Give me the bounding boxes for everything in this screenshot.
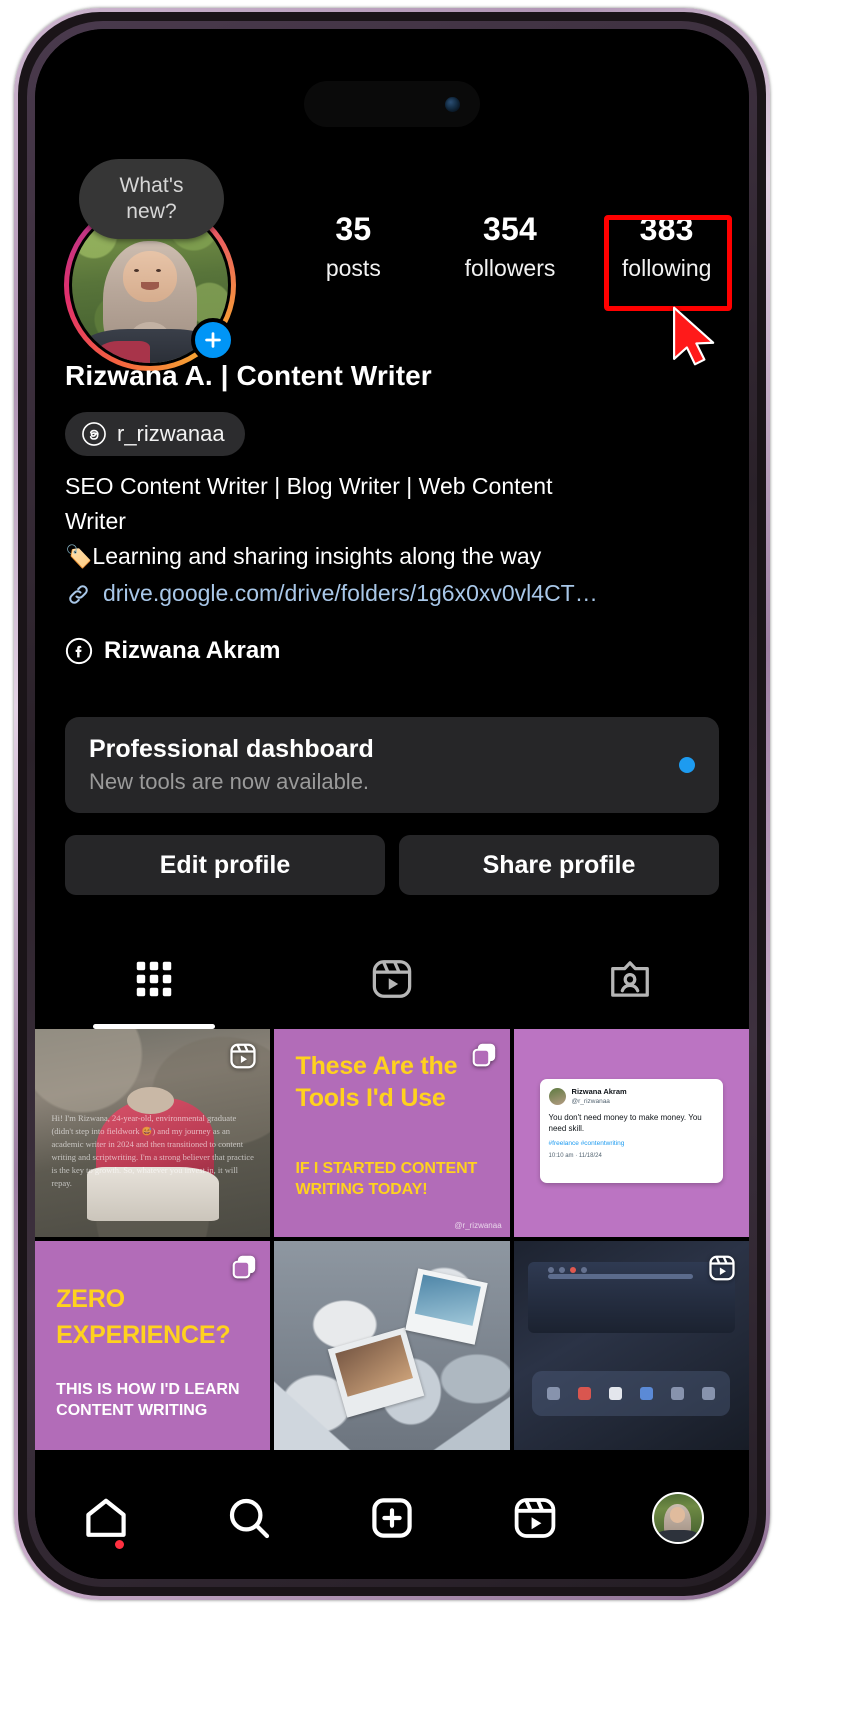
nav-home[interactable]: [35, 1494, 178, 1549]
bottom-navigation: [35, 1457, 749, 1579]
facebook-icon: [65, 637, 93, 665]
tab-tagged[interactable]: [511, 929, 749, 1029]
dashboard-subtitle: New tools are now available.: [89, 769, 370, 794]
annotation-cursor-icon: [669, 305, 725, 367]
carousel-icon: [472, 1043, 495, 1067]
nav-search[interactable]: [178, 1494, 321, 1542]
facebook-name: Rizwana Akram: [104, 637, 281, 664]
search-icon: [230, 1498, 270, 1539]
dashboard-title: Professional dashboard: [89, 735, 374, 763]
link-icon: [69, 585, 88, 604]
tagged-icon: [611, 961, 649, 997]
reels-icon: [372, 960, 412, 998]
tweet-time: 10:10 am · 11/18/24: [548, 1153, 602, 1159]
post-6-type-badge: [707, 1253, 737, 1283]
whats-new-text: What's new?: [119, 174, 184, 223]
threads-badge[interactable]: r_rizwanaa: [65, 412, 245, 456]
phone-bezel-inner: What's new? 35 posts 354 followers 383 f…: [27, 21, 757, 1587]
threads-icon: [82, 422, 106, 446]
nav-profile[interactable]: [606, 1492, 749, 1544]
bio-line-1: SEO Content Writer | Blog Writer | Web C…: [65, 473, 553, 499]
stat-followers[interactable]: 354 followers: [432, 209, 589, 285]
home-notification-badge: [115, 1540, 125, 1549]
following-label: following: [621, 255, 712, 281]
bio-line-3: 🏷️Learning and sharing insights along th…: [65, 543, 542, 569]
profile-tabs: [35, 929, 749, 1029]
reels-icon: [514, 1498, 556, 1538]
nav-create[interactable]: [321, 1494, 464, 1542]
dashboard-notification-dot: [679, 757, 695, 773]
posts-count: 35: [335, 211, 372, 247]
plus-square-icon: [372, 1498, 412, 1538]
profile-action-buttons: Edit profile Share profile: [65, 835, 719, 895]
instagram-profile-screen: What's new? 35 posts 354 followers 383 f…: [35, 29, 749, 1579]
profile-bio: Rizwana A. | Content Writer r_rizwanaa S…: [35, 359, 749, 665]
bio-text: SEO Content Writer | Blog Writer | Web C…: [65, 469, 719, 574]
grid-post-5[interactable]: [274, 1241, 510, 1450]
avatar-icon: [651, 1492, 704, 1544]
post-grid: Hi! I'm Rizwana, 24-year-old, environmen…: [35, 1029, 749, 1450]
post-4-title: ZERO EXPERIENCE?: [56, 1284, 231, 1349]
profile-header: What's new? 35 posts 354 followers 383 f…: [35, 141, 749, 371]
add-story-button[interactable]: [191, 318, 235, 362]
grid-post-1[interactable]: Hi! I'm Rizwana, 24-year-old, environmen…: [35, 1029, 271, 1238]
threads-handle: r_rizwanaa: [117, 421, 225, 446]
grid-post-2[interactable]: These Are the Tools I'd Use IF I STARTED…: [274, 1029, 510, 1238]
phone-screen: What's new? 35 posts 354 followers 383 f…: [35, 29, 749, 1579]
posts-label: posts: [325, 255, 381, 281]
tab-reels[interactable]: [273, 929, 511, 1029]
post-3-tweet-card: Rizwana Akram @r_rizwanaa You don't need…: [539, 1079, 724, 1184]
tweet-tags: #freelance #contentwriting: [548, 1140, 625, 1147]
post-1-type-badge: [228, 1041, 258, 1071]
reels-icon: [709, 1255, 735, 1281]
grid-post-3[interactable]: Rizwana Akram @r_rizwanaa You don't need…: [513, 1029, 749, 1238]
post-1-caption: Hi! I'm Rizwana, 24-year-old, environmen…: [51, 1113, 254, 1189]
tab-grid[interactable]: [35, 929, 273, 1029]
bio-link-row[interactable]: drive.google.com/drive/folders/1g6x0xv0v…: [65, 576, 719, 611]
label-emoji: 🏷️: [65, 544, 93, 569]
following-count: 383: [639, 211, 694, 247]
post-4-subtitle: THIS IS HOW I'D LEARN CONTENT WRITING: [56, 1380, 240, 1419]
facebook-row[interactable]: Rizwana Akram: [65, 637, 719, 665]
followers-count: 354: [483, 211, 537, 247]
post-2-handle: @r_rizwanaa: [454, 1221, 502, 1231]
tweet-avatar: [548, 1088, 566, 1105]
bio-link-url: drive.google.com/drive/folders/1g6x0xv0v…: [103, 580, 598, 606]
tweet-username: @r_rizwanaa: [571, 1098, 610, 1105]
post-2-subtitle: IF I STARTED CONTENT WRITING TODAY!: [295, 1160, 478, 1199]
edit-profile-button[interactable]: Edit profile: [65, 835, 385, 895]
home-icon: [86, 1498, 127, 1537]
reels-icon: [230, 1043, 256, 1069]
tweet-body: You don't need money to make money. You …: [548, 1113, 702, 1133]
grid-icon: [136, 961, 172, 997]
plus-icon: [205, 332, 221, 348]
professional-dashboard-card[interactable]: Professional dashboard New tools are now…: [65, 717, 719, 813]
post-2-title: These Are the Tools I'd Use: [295, 1051, 458, 1112]
grid-post-6[interactable]: [513, 1241, 749, 1450]
grid-post-4[interactable]: ZERO EXPERIENCE? THIS IS HOW I'D LEARN C…: [35, 1241, 271, 1450]
dynamic-island: [304, 81, 480, 127]
phone-frame: What's new? 35 posts 354 followers 383 f…: [14, 8, 770, 1600]
screenshot-canvas: What's new? 35 posts 354 followers 383 f…: [0, 0, 843, 1720]
post-2-type-badge: [470, 1041, 498, 1069]
post-4-type-badge: [230, 1253, 258, 1281]
bio-line-2: Writer: [65, 508, 126, 534]
whats-new-bubble[interactable]: What's new?: [79, 159, 224, 239]
followers-label: followers: [464, 255, 556, 281]
phone-bezel-outer: What's new? 35 posts 354 followers 383 f…: [18, 12, 766, 1596]
post-6-screen: [527, 1262, 735, 1334]
stat-following[interactable]: 383 following: [588, 209, 745, 285]
nav-reels[interactable]: [463, 1494, 606, 1542]
front-camera-icon: [445, 96, 460, 112]
dashboard-text-block: Professional dashboard New tools are now…: [89, 733, 374, 797]
tweet-name: Rizwana Akram: [571, 1087, 627, 1096]
profile-stats: 35 posts 354 followers 383 following: [275, 209, 745, 285]
display-name: Rizwana A. | Content Writer: [65, 360, 432, 391]
carousel-icon: [233, 1256, 256, 1279]
post-6-dock: [532, 1370, 731, 1417]
share-profile-button[interactable]: Share profile: [399, 835, 719, 895]
stat-posts[interactable]: 35 posts: [275, 209, 432, 285]
